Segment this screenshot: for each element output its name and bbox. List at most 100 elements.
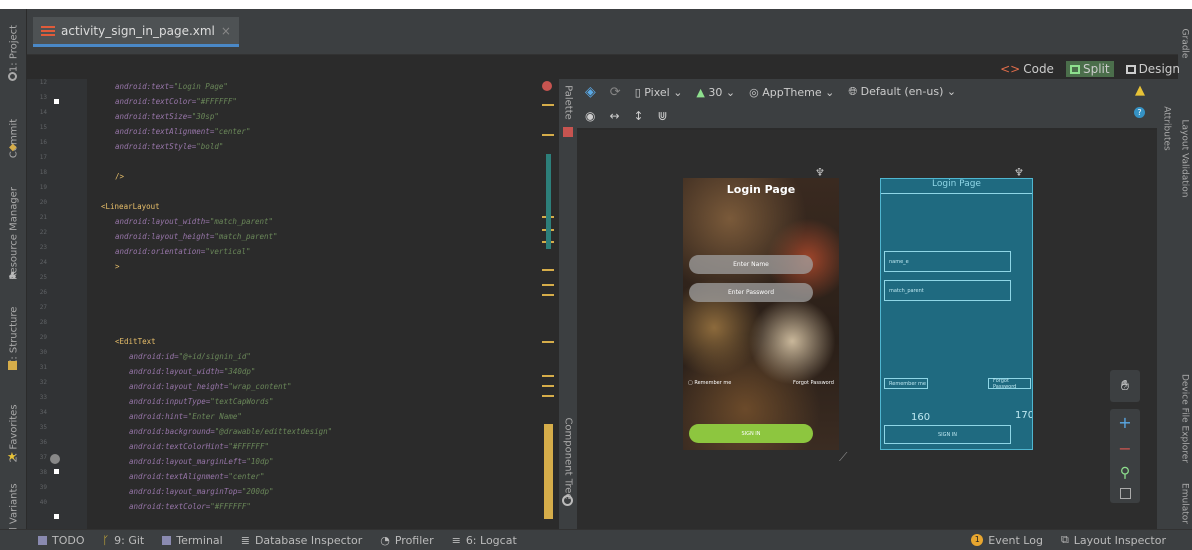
code-line[interactable]: <LinearLayout xyxy=(87,199,537,214)
palette-tab[interactable]: Palette xyxy=(559,78,578,128)
code-token: android:textColor= xyxy=(129,502,211,511)
code-line[interactable]: android:textAlignment="center" xyxy=(87,124,537,139)
locale-label: Default (en-us) xyxy=(860,85,944,98)
code-token: "Enter Name" xyxy=(187,412,242,421)
terminal-tab[interactable]: Terminal xyxy=(162,534,223,547)
preview-name-field[interactable]: Enter Name xyxy=(689,255,813,274)
component-tree-icon xyxy=(562,495,573,506)
git-icon: ᚴ xyxy=(102,533,110,547)
code-line[interactable] xyxy=(87,304,537,319)
code-line[interactable]: android:textColor="#FFFFFF" xyxy=(87,94,537,109)
component-tree-tab[interactable]: Component Tree xyxy=(559,410,578,508)
code-line[interactable]: android:textAlignment="center" xyxy=(87,469,537,484)
design-preview[interactable]: Login Page Enter Name Enter Password ▢ R… xyxy=(683,178,839,450)
error-indicator-icon[interactable] xyxy=(542,81,552,91)
magnet-icon[interactable]: ⋓ xyxy=(658,109,668,123)
line-number: 37 xyxy=(39,454,47,461)
blueprint-forgot-box[interactable]: Forgot Password xyxy=(988,378,1031,390)
preview-remember-checkbox[interactable]: ▢ Remember me xyxy=(688,380,731,386)
horizontal-resize-icon[interactable]: ↔ xyxy=(609,109,619,123)
tool-tab-project[interactable]: 1: Project xyxy=(5,19,24,79)
code-line[interactable]: android:layout_marginLeft="10dp" xyxy=(87,454,537,469)
code-line[interactable]: android:hint="Enter Name" xyxy=(87,409,537,424)
event-log-tab[interactable]: 1 Event Log xyxy=(971,534,1043,547)
code-line[interactable]: android:layout_height="match_parent" xyxy=(87,229,537,244)
resize-handle-icon[interactable]: ⟋ xyxy=(839,450,847,465)
blueprint-name-field[interactable]: name_e xyxy=(884,251,1011,272)
preview-sign-in-button[interactable]: SIGN IN xyxy=(689,424,813,443)
code-line[interactable] xyxy=(87,154,537,169)
code-line[interactable]: <EditText xyxy=(87,334,537,349)
code-line[interactable]: android:layout_height="wrap_content" xyxy=(87,379,537,394)
star-icon: ★ xyxy=(7,450,17,463)
database-inspector-tab[interactable]: ≣ Database Inspector xyxy=(241,534,363,547)
code-line[interactable]: android:textSize="30sp" xyxy=(87,109,537,124)
warning-icon[interactable]: ▲ xyxy=(1135,83,1145,98)
zoom-fit-icon[interactable]: ⚲ xyxy=(1120,465,1130,481)
tool-tab-resource-manager[interactable]: Resource Manager xyxy=(5,184,24,284)
split-mode-label: Split xyxy=(1082,62,1110,76)
code-line[interactable]: android:textColor="#FFFFFF" xyxy=(87,499,537,514)
split-mode-button[interactable]: Split xyxy=(1065,61,1114,77)
zoom-out-icon[interactable]: − xyxy=(1118,439,1131,458)
design-toolbar-row-1: ◈ ⟳ ▯ Pixel ⌄ ▲ 30 ⌄ ◎ AppTheme ⌄ 🌐︎ Def… xyxy=(577,81,956,103)
api-dropdown[interactable]: ▲ 30 ⌄ xyxy=(696,86,735,99)
view-mode-selector: <> Code Split Design xyxy=(996,59,1184,79)
preview-forgot-link[interactable]: Forgot Password xyxy=(793,380,834,386)
help-icon[interactable]: ? xyxy=(1134,107,1145,118)
tool-tab-commit[interactable]: Commit xyxy=(5,114,24,164)
blueprint-sign-in-box[interactable]: SIGN IN xyxy=(884,425,1011,444)
code-line[interactable]: android:layout_width="340dp" xyxy=(87,364,537,379)
scroll-track-highlight xyxy=(546,154,551,249)
code-line[interactable]: android:orientation="vertical" xyxy=(87,244,537,259)
logcat-tab[interactable]: ≡ 6: Logcat xyxy=(452,534,517,547)
code-line[interactable]: android:textStyle="bold" xyxy=(87,139,537,154)
profiler-tab[interactable]: ◔ Profiler xyxy=(380,534,433,547)
line-number: 23 xyxy=(39,244,47,251)
device-dropdown[interactable]: ▯ Pixel ⌄ xyxy=(635,86,683,99)
orientation-icon[interactable]: ⟳ xyxy=(610,85,621,100)
zoom-actual-icon[interactable] xyxy=(1119,488,1131,500)
code-editor[interactable]: android:text="Login Page" android:textCol… xyxy=(87,79,537,529)
todo-tab[interactable]: TODO xyxy=(38,534,85,547)
vertical-resize-icon[interactable]: ↕ xyxy=(634,109,644,123)
code-mode-button[interactable]: <> Code xyxy=(996,61,1058,77)
preview-password-field[interactable]: Enter Password xyxy=(689,283,813,302)
xml-file-icon xyxy=(41,24,55,38)
eye-icon[interactable]: ◉ xyxy=(585,109,595,123)
layers-icon[interactable]: ◈ xyxy=(585,84,596,100)
locale-dropdown[interactable]: 🌐︎ Default (en-us) ⌄ xyxy=(848,85,956,99)
git-tab[interactable]: ᚴ 9: Git xyxy=(103,534,145,547)
code-line[interactable] xyxy=(87,274,537,289)
close-icon[interactable]: × xyxy=(221,24,231,38)
code-line[interactable]: android:text="Login Page" xyxy=(87,79,537,94)
blueprint-preview[interactable]: Login Page name_e match_parent Remember … xyxy=(880,178,1033,450)
code-line[interactable]: > xyxy=(87,259,537,274)
design-mode-button[interactable]: Design xyxy=(1122,61,1184,77)
code-line[interactable]: /> xyxy=(87,169,537,184)
hand-icon[interactable]: ✋︎ xyxy=(1121,378,1129,394)
tool-tab-attributes[interactable]: Attributes xyxy=(1158,99,1177,159)
code-line[interactable]: android:layout_marginTop="200dp" xyxy=(87,484,537,499)
code-line[interactable]: android:inputType="textCapWords" xyxy=(87,394,537,409)
editor-tab-activity-sign-in[interactable]: activity_sign_in_page.xml × xyxy=(33,17,239,47)
code-token: android:layout_width= xyxy=(115,217,210,226)
code-line[interactable] xyxy=(87,184,537,199)
code-line[interactable]: android:background="@drawable/edittextde… xyxy=(87,424,537,439)
theme-dropdown[interactable]: ◎ AppTheme ⌄ xyxy=(749,86,834,99)
code-line[interactable] xyxy=(87,289,537,304)
design-canvas[interactable]: ♆ ♆ Login Page Enter Name Enter Password… xyxy=(577,130,1157,529)
code-line[interactable]: android:textColorHint="#FFFFFF" xyxy=(87,439,537,454)
code-line[interactable] xyxy=(87,319,537,334)
layout-inspector-tab[interactable]: ⧉ Layout Inspector xyxy=(1061,533,1166,547)
code-line[interactable]: android:layout_width="match_parent" xyxy=(87,214,537,229)
blueprint-remember-box[interactable]: Remember me xyxy=(884,378,928,389)
blueprint-password-field[interactable]: match_parent xyxy=(884,280,1011,301)
code-line[interactable]: android:id="@+id/signin_id" xyxy=(87,349,537,364)
code-token: android:textSize= xyxy=(115,112,192,121)
design-mode-label: Design xyxy=(1138,62,1180,76)
zoom-in-icon[interactable]: + xyxy=(1118,413,1131,432)
todo-icon xyxy=(38,535,47,545)
scroll-thumb[interactable] xyxy=(544,424,553,519)
bottom-tool-bar: TODO ᚴ 9: Git Terminal ≣ Database Inspecto… xyxy=(0,529,1192,550)
